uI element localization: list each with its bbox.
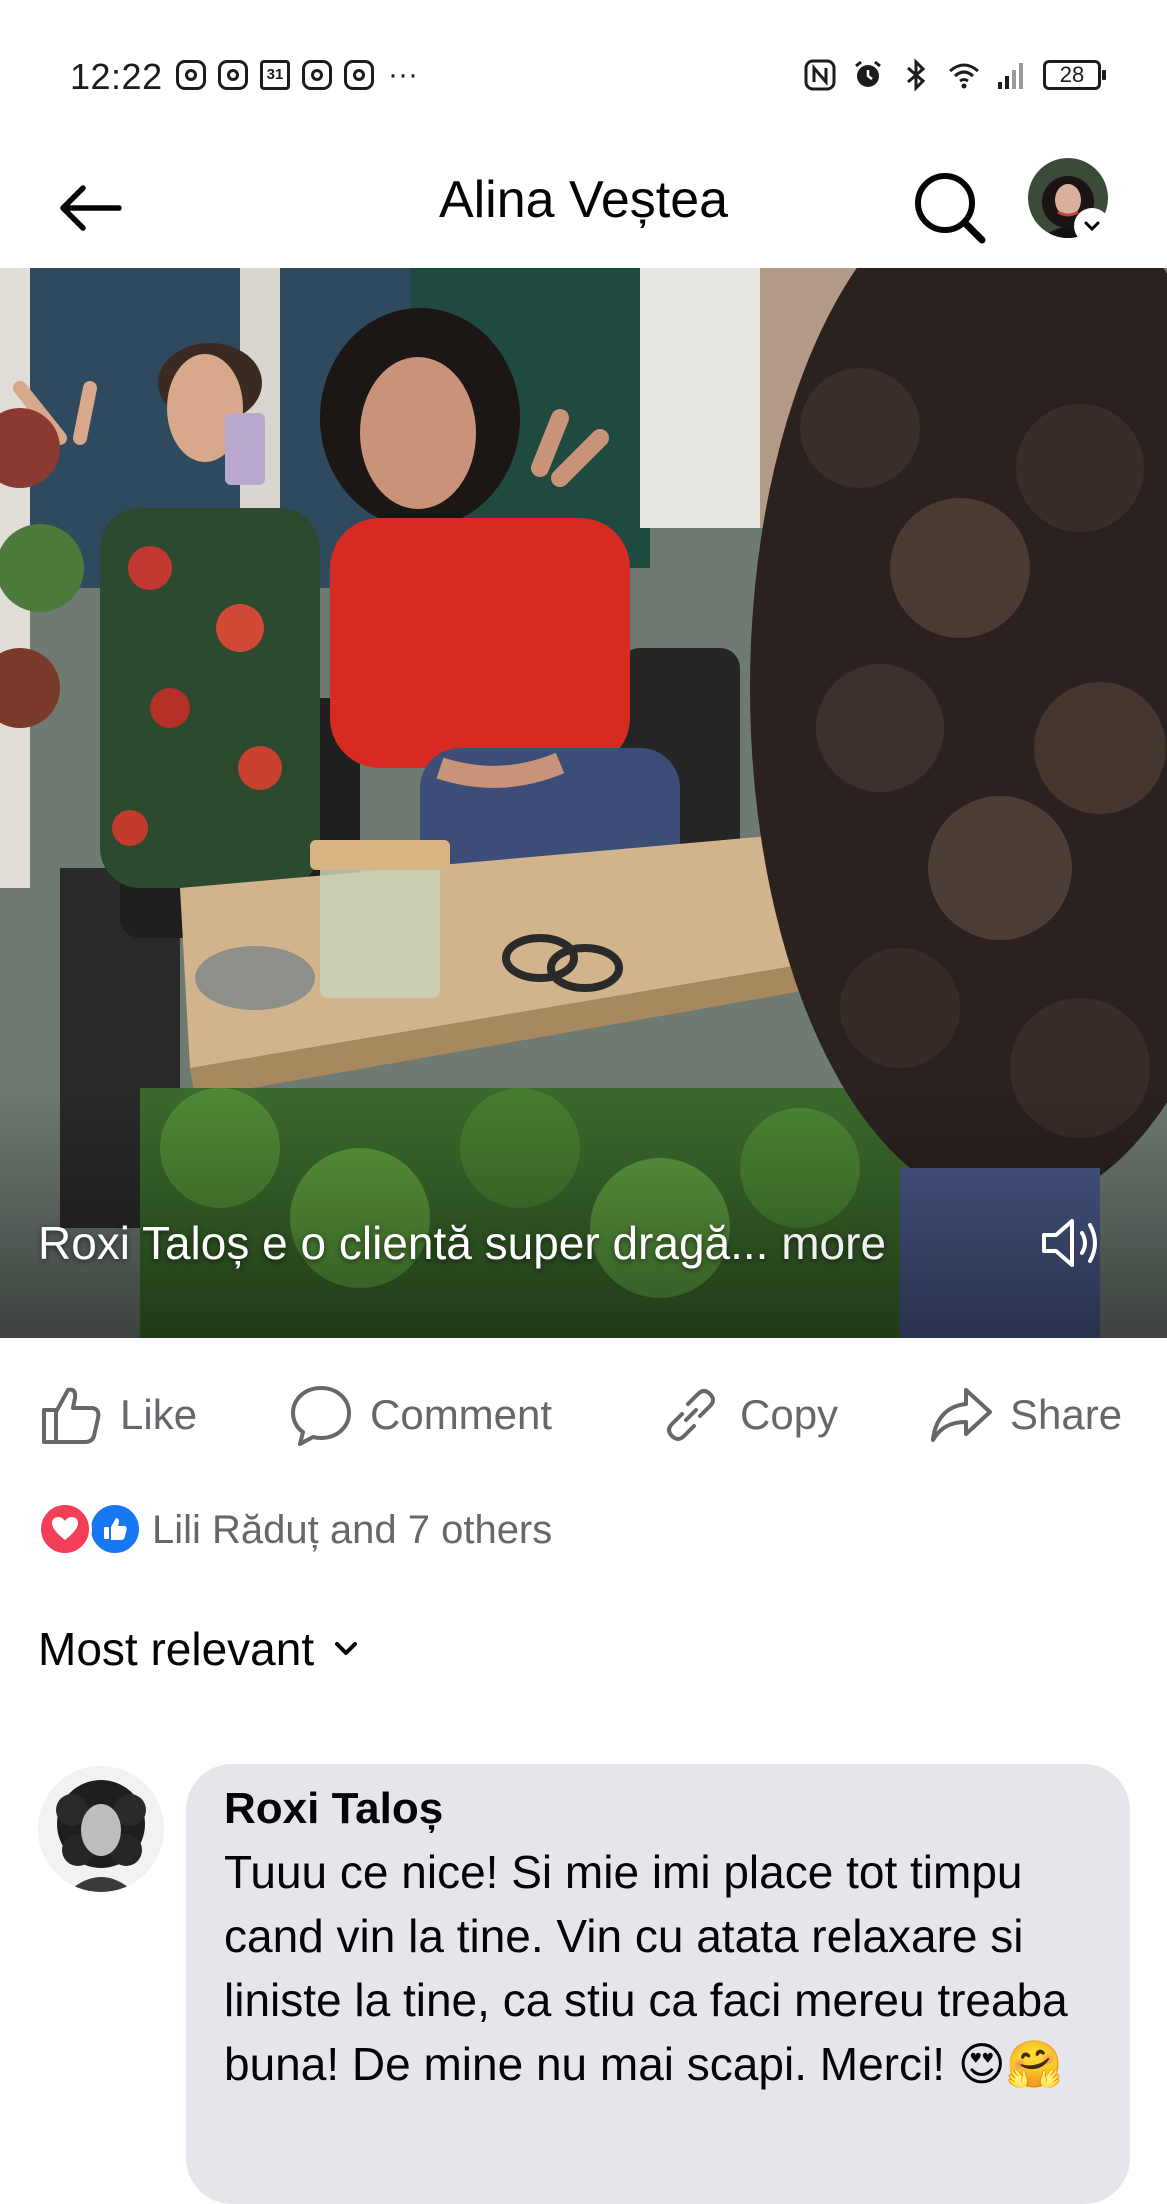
comment-sort-dropdown[interactable]: Most relevant [38, 1622, 360, 1676]
reactions-summary[interactable]: Lili Răduț and 7 others [38, 1500, 552, 1560]
bluetooth-icon [907, 58, 926, 92]
status-time: 12:22 [70, 56, 163, 97]
thumbs-up-icon [42, 1387, 101, 1444]
alarm-icon [855, 60, 881, 87]
instagram-icon [344, 60, 374, 90]
chevron-down-icon [335, 1642, 358, 1655]
commenter-avatar-image [38, 1766, 164, 1892]
video-player[interactable]: Roxi Taloș e o clientă super dragă... mo… [0, 268, 1167, 1338]
love-reaction-icon [38, 1502, 92, 1556]
comment-label: Comment [370, 1391, 553, 1438]
search-icon [915, 173, 986, 244]
instagram-icon [302, 60, 332, 90]
volume-button[interactable] [1036, 1208, 1106, 1278]
top-header: Alina Veștea [0, 150, 1167, 268]
copy-label: Copy [740, 1391, 839, 1438]
video-frame [0, 268, 1167, 1338]
nfc-icon [804, 59, 836, 91]
see-more-link[interactable]: more [781, 1217, 886, 1269]
like-button[interactable]: Like [38, 1382, 197, 1448]
chevron-down-icon[interactable] [1076, 210, 1108, 242]
calendar-icon: 31 [260, 60, 290, 90]
link-icon [667, 1389, 715, 1441]
comment-author[interactable]: Roxi Taloș [224, 1784, 1092, 1834]
sort-label: Most relevant [38, 1623, 315, 1675]
reaction-icons [38, 1502, 142, 1558]
comment-bubble-icon [291, 1386, 351, 1446]
comment-text: Tuuu ce nice! Si mie imi place tot timpu… [224, 1846, 1068, 2090]
system-icons: 28 [803, 58, 1106, 92]
like-reaction-icon [88, 1502, 142, 1556]
battery-indicator: 28 [1043, 60, 1106, 90]
share-arrow-icon [931, 1388, 992, 1442]
share-button[interactable]: Share [928, 1382, 1122, 1448]
instagram-icon [176, 60, 206, 90]
more-notifications-icon: ··· [388, 58, 418, 91]
avatar[interactable] [38, 1766, 164, 1892]
notification-icons: 31 ··· [176, 60, 418, 90]
wifi-icon [949, 63, 979, 89]
status-bar: 12:22 31 ··· 28 [0, 0, 1167, 150]
comment-bubble[interactable]: Roxi Taloș Tuuu ce nice! Si mie imi plac… [186, 1764, 1130, 2204]
caption-text: Roxi Taloș e o clientă super dragă... [38, 1217, 769, 1269]
speaker-icon [1042, 1219, 1097, 1267]
reaction-text: Lili Răduț and 7 others [152, 1507, 553, 1552]
video-caption[interactable]: Roxi Taloș e o clientă super dragă... mo… [38, 1216, 886, 1270]
copy-link-button[interactable]: Copy [658, 1382, 838, 1448]
post-actions: Like Comment Copy Share [0, 1338, 1167, 1486]
like-label: Like [120, 1391, 198, 1438]
search-button[interactable] [908, 166, 992, 250]
comment-button[interactable]: Comment [288, 1382, 552, 1448]
signal-icon [998, 63, 1023, 89]
share-label: Share [1010, 1391, 1123, 1438]
instagram-icon [218, 60, 248, 90]
